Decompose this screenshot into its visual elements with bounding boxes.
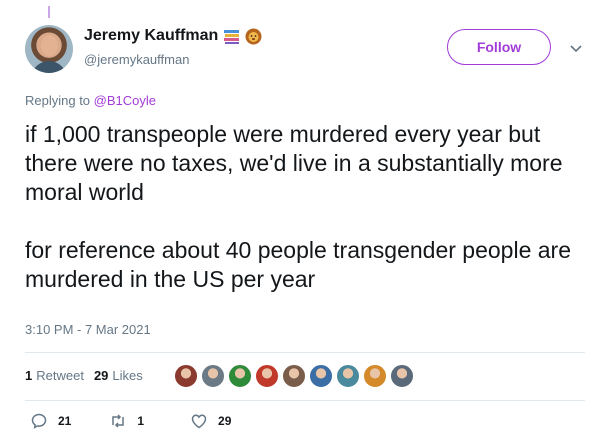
liker-avatar[interactable] [309, 364, 333, 388]
avatar-shirt [31, 61, 67, 73]
likes-stat-count: 29 [93, 368, 109, 383]
replying-to: Replying to @B1Coyle [25, 93, 156, 108]
liker-avatar[interactable] [282, 364, 306, 388]
tweet-text: if 1,000 transpeople were murdered every… [25, 121, 572, 292]
like-count: 29 [218, 414, 232, 428]
like-button[interactable]: 29 [190, 412, 231, 430]
reply-icon [31, 413, 47, 429]
retweet-button[interactable]: 1 [109, 412, 144, 430]
author-avatar[interactable] [25, 25, 73, 73]
follow-button[interactable]: Follow [447, 29, 551, 65]
heart-icon [191, 414, 207, 429]
liker-avatar[interactable] [363, 364, 387, 388]
author-display-name[interactable]: Jeremy Kauffman [84, 27, 218, 45]
liker-avatar[interactable] [174, 364, 198, 388]
books-emoji-icon [224, 29, 240, 44]
author-name-row: Jeremy Kauffman [84, 27, 262, 45]
liker-avatar[interactable] [228, 364, 252, 388]
reply-count: 21 [58, 414, 72, 428]
divider [25, 352, 585, 353]
tweet-card: Jeremy Kauffman @jeremykauffman Follow R… [0, 0, 610, 446]
liker-avatar[interactable] [336, 364, 360, 388]
divider [25, 400, 585, 401]
liker-avatar[interactable] [255, 364, 279, 388]
likes-stat[interactable]: 29 Likes [94, 368, 143, 383]
liker-avatar[interactable] [390, 364, 414, 388]
reply-mention-link[interactable]: @B1Coyle [94, 93, 156, 108]
retweet-count: 1 [137, 414, 145, 428]
reply-button[interactable]: 21 [30, 412, 71, 430]
avatar-face [41, 35, 58, 56]
liker-avatar[interactable] [201, 364, 225, 388]
replying-to-prefix: Replying to [25, 93, 94, 108]
retweets-stat[interactable]: 1 Retweet [25, 368, 84, 383]
tweet-timestamp[interactable]: 3:10 PM - 7 Mar 2021 [25, 322, 151, 337]
retweet-icon [112, 414, 125, 428]
retweets-stat-label: Retweet [36, 368, 84, 383]
likes-stat-label: Likes [112, 368, 143, 383]
lion-emoji-icon [245, 28, 262, 44]
engagement-stats: 1 Retweet 29 Likes [25, 368, 153, 383]
retweets-stat-count: 1 [25, 368, 33, 383]
chevron-down-icon[interactable] [568, 40, 584, 56]
thread-line [48, 6, 50, 18]
author-handle[interactable]: @jeremykauffman [84, 52, 189, 67]
action-bar: 21 1 29 [30, 412, 231, 430]
liker-avatars [174, 364, 414, 388]
